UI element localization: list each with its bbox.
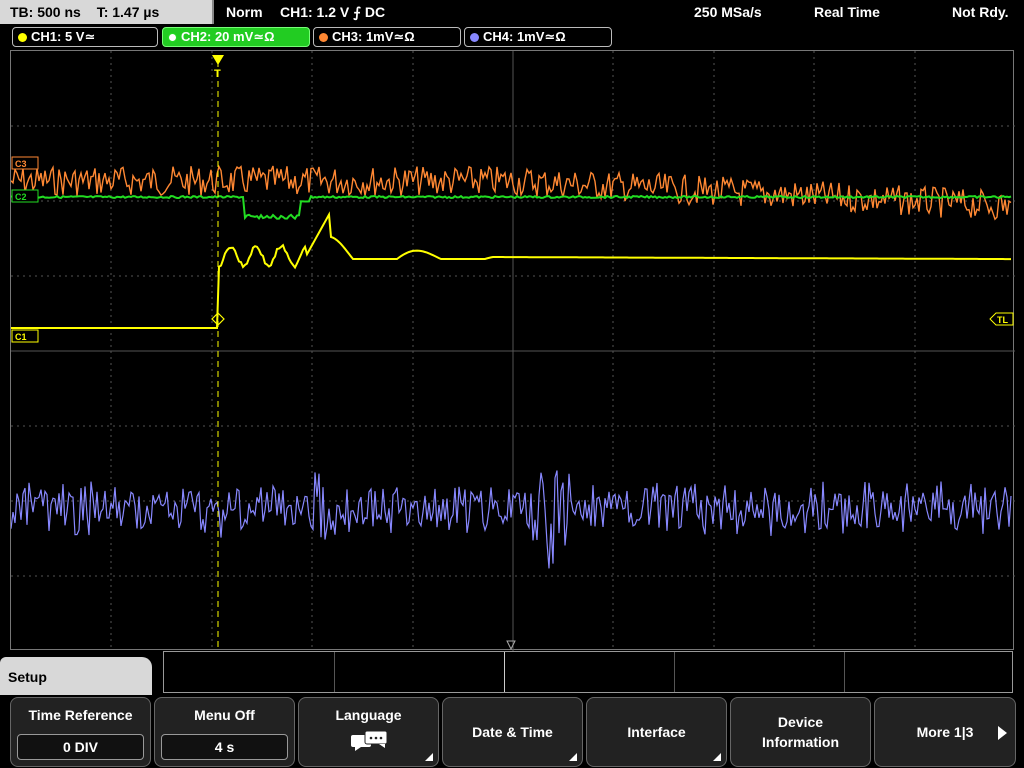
date-time-button[interactable]: Date & Time (442, 697, 583, 767)
ch3-waveform (11, 164, 1012, 221)
ch1-waveform (11, 211, 1011, 329)
trigger-time-label: T: 1.47 µs (96, 4, 160, 20)
device-information-title: Device Information (762, 714, 839, 750)
bottom-trigger-marker-icon (506, 640, 516, 651)
ch4-dot-icon (470, 33, 479, 42)
ch4-label: CH4: 1mV≃Ω (483, 29, 566, 44)
time-reference-value: 0 DIV (17, 734, 144, 760)
ch2-dot-icon (168, 33, 177, 42)
device-information-button[interactable]: Device Information (730, 697, 871, 767)
tab-ch1[interactable]: CH1: 5 V≃ (12, 27, 158, 47)
trigger-marker-icon (212, 55, 224, 65)
more-button[interactable]: More 1|3 (874, 697, 1016, 767)
trigger-info-label[interactable]: CH1: 1.2 V ⨍ DC (280, 0, 385, 24)
chevron-right-icon (998, 726, 1007, 740)
acq-mode-label: Norm (226, 4, 263, 20)
language-button[interactable]: Language (298, 697, 439, 767)
overview-strip (163, 651, 1013, 693)
more-title: More 1|3 (916, 724, 974, 740)
menu-off-value: 4 s (161, 734, 288, 760)
tl-marker-label: TL (997, 315, 1008, 325)
status-bar: TB: 500 ns T: 1.47 µs Norm CH1: 1.2 V ⨍ … (0, 0, 1024, 24)
ch4-waveform (11, 470, 1012, 569)
submenu-indicator-icon (713, 753, 721, 761)
menu-title-tab: Setup (0, 657, 152, 697)
ch1-dot-icon (18, 33, 27, 42)
ch2-label: CH2: 20 mV≃Ω (181, 29, 275, 44)
submenu-indicator-icon (569, 753, 577, 761)
ready-status-label: Not Rdy. (952, 4, 1009, 20)
tab-ch2[interactable]: CH2: 20 mV≃Ω (162, 27, 310, 47)
speech-bubbles-icon (350, 730, 387, 751)
menu-title: Setup (8, 669, 47, 685)
time-reference-button[interactable]: Time Reference 0 DIV (10, 697, 151, 767)
softkey-bar: Time Reference 0 DIV Menu Off 4 s Langua… (0, 695, 1024, 768)
language-title: Language (335, 707, 402, 723)
waveform-canvas: T C1 C3 C2 TL (11, 51, 1015, 651)
ch3-offset-marker: C3 (11, 156, 39, 170)
timebase-label: TB: 500 ns (10, 4, 81, 20)
ch1-label: CH1: 5 V≃ (31, 29, 96, 44)
menu-off-title: Menu Off (194, 707, 255, 723)
ch1-offset-marker: C1 (11, 329, 39, 343)
ch3-marker-label: C3 (15, 159, 27, 169)
interface-title: Interface (627, 724, 686, 740)
submenu-indicator-icon (425, 753, 433, 761)
ch2-marker-label: C2 (15, 192, 27, 202)
menu-off-button[interactable]: Menu Off 4 s (154, 697, 295, 767)
sample-rate-label: 250 MSa/s (694, 4, 762, 20)
date-time-title: Date & Time (472, 724, 553, 740)
ch2-offset-marker: C2 (11, 189, 39, 203)
graticule-grid (11, 51, 1015, 651)
tab-ch3[interactable]: CH3: 1mV≃Ω (313, 27, 461, 47)
trigger-level-marker: TL (989, 312, 1014, 326)
real-time-label: Real Time (814, 4, 880, 20)
ch1-marker-label: C1 (15, 332, 27, 342)
ch3-label: CH3: 1mV≃Ω (332, 29, 415, 44)
timebase-box[interactable]: TB: 500 ns T: 1.47 µs (0, 0, 214, 24)
channel-bar: CH1: 5 V≃ CH2: 20 mV≃Ω CH3: 1mV≃Ω CH4: 1… (0, 24, 1024, 50)
time-reference-title: Time Reference (28, 707, 133, 723)
trigger-marker-label: T (214, 68, 221, 80)
interface-button[interactable]: Interface (586, 697, 727, 767)
ch3-dot-icon (319, 33, 328, 42)
waveform-display[interactable]: T C1 C3 C2 TL (10, 50, 1015, 651)
tab-ch4[interactable]: CH4: 1mV≃Ω (464, 27, 612, 47)
